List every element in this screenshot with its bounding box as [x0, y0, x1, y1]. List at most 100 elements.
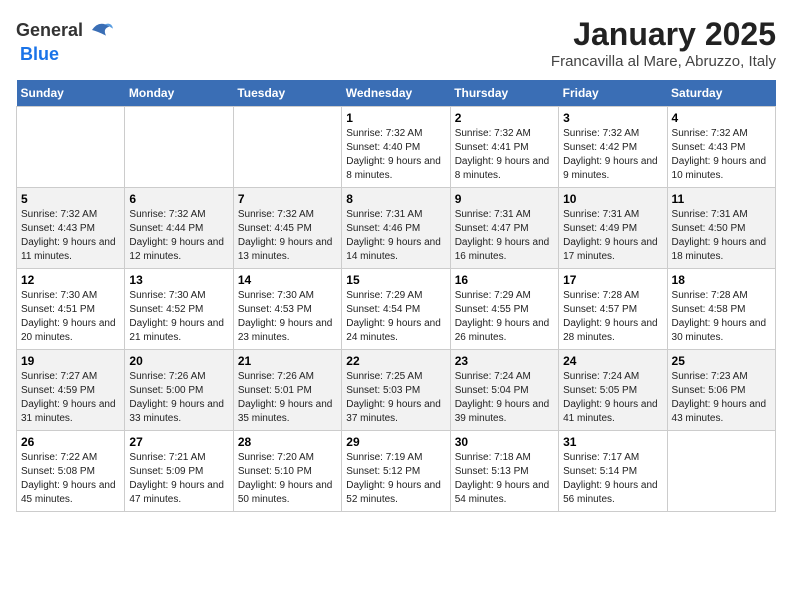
week-row-4: 19 Sunrise: 7:27 AMSunset: 4:59 PMDayligh… — [17, 350, 776, 431]
col-header-sunday: Sunday — [17, 80, 125, 107]
calendar-cell: 13 Sunrise: 7:30 AMSunset: 4:52 PMDayligh… — [125, 269, 233, 350]
logo: General Blue — [16, 16, 113, 65]
calendar-cell: 26Sunrise: 7:22 AMSunset: 5:08 PMDayligh… — [17, 431, 125, 512]
day-number: 11 — [672, 192, 771, 206]
day-number: 16 — [455, 273, 554, 287]
day-info: Sunrise: 7:24 AMSunset: 5:05 PMDaylight:… — [563, 370, 662, 426]
calendar-table: SundayMondayTuesdayWednesdayThursdayFrid… — [16, 80, 776, 512]
day-number: 4 — [672, 111, 771, 125]
day-info: Sunrise: 7:31 AMSunset: 4:47 PMDaylight:… — [455, 208, 554, 264]
day-number: 9 — [455, 192, 554, 206]
calendar-cell: 5 Sunrise: 7:32 AMSunset: 4:43 PMDaylight… — [17, 188, 125, 269]
day-number: 22 — [346, 354, 445, 368]
day-info: Sunrise: 7:20 AMSunset: 5:10 PMDaylight:… — [238, 451, 337, 507]
calendar-cell: 24 Sunrise: 7:24 AMSunset: 5:05 PMDayligh… — [559, 350, 667, 431]
day-number: 6 — [129, 192, 228, 206]
calendar-cell: 4Sunrise: 7:32 AMSunset: 4:43 PMDaylight… — [667, 107, 775, 188]
day-info: Sunrise: 7:23 AMSunset: 5:06 PMDaylight:… — [672, 370, 771, 426]
day-number: 17 — [563, 273, 662, 287]
logo-general: General — [16, 20, 83, 41]
week-row-3: 12 Sunrise: 7:30 AMSunset: 4:51 PMDayligh… — [17, 269, 776, 350]
day-number: 8 — [346, 192, 445, 206]
calendar-cell: 18Sunrise: 7:28 AMSunset: 4:58 PMDayligh… — [667, 269, 775, 350]
day-info: Sunrise: 7:32 AMSunset: 4:45 PMDaylight:… — [238, 208, 337, 264]
day-info: Sunrise: 7:17 AMSunset: 5:14 PMDaylight:… — [563, 451, 662, 507]
day-info: Sunrise: 7:26 AMSunset: 5:00 PMDaylight:… — [129, 370, 228, 426]
day-info: Sunrise: 7:32 AMSunset: 4:43 PMDaylight:… — [21, 208, 120, 264]
day-number: 2 — [455, 111, 554, 125]
col-header-friday: Friday — [559, 80, 667, 107]
day-info: Sunrise: 7:29 AMSunset: 4:55 PMDaylight:… — [455, 289, 554, 345]
day-info: Sunrise: 7:19 AMSunset: 5:12 PMDaylight:… — [346, 451, 445, 507]
day-number: 23 — [455, 354, 554, 368]
calendar-cell — [667, 431, 775, 512]
calendar-cell: 6 Sunrise: 7:32 AMSunset: 4:44 PMDaylight… — [125, 188, 233, 269]
calendar-cell — [125, 107, 233, 188]
calendar-cell: 14 Sunrise: 7:30 AMSunset: 4:53 PMDayligh… — [233, 269, 341, 350]
day-info: Sunrise: 7:21 AMSunset: 5:09 PMDaylight:… — [129, 451, 228, 507]
calendar-cell: 25 Sunrise: 7:23 AMSunset: 5:06 PMDayligh… — [667, 350, 775, 431]
day-info: Sunrise: 7:30 AMSunset: 4:52 PMDaylight:… — [129, 289, 228, 345]
page-header: General Blue January 2025 Francavilla al… — [16, 16, 776, 70]
day-number: 7 — [238, 192, 337, 206]
calendar-cell: 3Sunrise: 7:32 AMSunset: 4:42 PMDaylight… — [559, 107, 667, 188]
col-header-saturday: Saturday — [667, 80, 775, 107]
day-info: Sunrise: 7:32 AMSunset: 4:42 PMDaylight:… — [563, 127, 662, 183]
day-info: Sunrise: 7:26 AMSunset: 5:01 PMDaylight:… — [238, 370, 337, 426]
day-number: 24 — [563, 354, 662, 368]
day-number: 18 — [672, 273, 771, 287]
day-info: Sunrise: 7:32 AMSunset: 4:44 PMDaylight:… — [129, 208, 228, 264]
day-number: 30 — [455, 435, 554, 449]
calendar-cell: 8 Sunrise: 7:31 AMSunset: 4:46 PMDaylight… — [342, 188, 450, 269]
calendar-header-row: SundayMondayTuesdayWednesdayThursdayFrid… — [17, 80, 776, 107]
day-info: Sunrise: 7:22 AMSunset: 5:08 PMDaylight:… — [21, 451, 120, 507]
week-row-2: 5 Sunrise: 7:32 AMSunset: 4:43 PMDaylight… — [17, 188, 776, 269]
day-number: 19 — [21, 354, 120, 368]
col-header-tuesday: Tuesday — [233, 80, 341, 107]
calendar-cell: 21 Sunrise: 7:26 AMSunset: 5:01 PMDayligh… — [233, 350, 341, 431]
calendar-subtitle: Francavilla al Mare, Abruzzo, Italy — [551, 53, 776, 70]
calendar-cell: 15 Sunrise: 7:29 AMSunset: 4:54 PMDayligh… — [342, 269, 450, 350]
day-number: 28 — [238, 435, 337, 449]
week-row-1: 1 Sunrise: 7:32 AMSunset: 4:40 PMDaylight… — [17, 107, 776, 188]
day-number: 21 — [238, 354, 337, 368]
calendar-cell: 28 Sunrise: 7:20 AMSunset: 5:10 PMDayligh… — [233, 431, 341, 512]
day-number: 1 — [346, 111, 445, 125]
day-info: Sunrise: 7:29 AMSunset: 4:54 PMDaylight:… — [346, 289, 445, 345]
day-info: Sunrise: 7:30 AMSunset: 4:53 PMDaylight:… — [238, 289, 337, 345]
calendar-cell: 9 Sunrise: 7:31 AMSunset: 4:47 PMDaylight… — [450, 188, 558, 269]
day-number: 10 — [563, 192, 662, 206]
calendar-title: January 2025 — [551, 16, 776, 53]
day-info: Sunrise: 7:27 AMSunset: 4:59 PMDaylight:… — [21, 370, 120, 426]
day-info: Sunrise: 7:24 AMSunset: 5:04 PMDaylight:… — [455, 370, 554, 426]
day-info: Sunrise: 7:31 AMSunset: 4:49 PMDaylight:… — [563, 208, 662, 264]
day-number: 12 — [21, 273, 120, 287]
week-row-5: 26Sunrise: 7:22 AMSunset: 5:08 PMDayligh… — [17, 431, 776, 512]
day-number: 25 — [672, 354, 771, 368]
calendar-cell: 23 Sunrise: 7:24 AMSunset: 5:04 PMDayligh… — [450, 350, 558, 431]
day-number: 13 — [129, 273, 228, 287]
calendar-cell: 20Sunrise: 7:26 AMSunset: 5:00 PMDayligh… — [125, 350, 233, 431]
day-number: 15 — [346, 273, 445, 287]
col-header-wednesday: Wednesday — [342, 80, 450, 107]
calendar-cell: 29Sunrise: 7:19 AMSunset: 5:12 PMDayligh… — [342, 431, 450, 512]
logo-blue: Blue — [20, 44, 59, 64]
calendar-cell: 16 Sunrise: 7:29 AMSunset: 4:55 PMDayligh… — [450, 269, 558, 350]
day-info: Sunrise: 7:18 AMSunset: 5:13 PMDaylight:… — [455, 451, 554, 507]
calendar-cell — [233, 107, 341, 188]
col-header-monday: Monday — [125, 80, 233, 107]
day-info: Sunrise: 7:28 AMSunset: 4:57 PMDaylight:… — [563, 289, 662, 345]
day-number: 14 — [238, 273, 337, 287]
day-info: Sunrise: 7:32 AMSunset: 4:41 PMDaylight:… — [455, 127, 554, 183]
calendar-cell: 31 Sunrise: 7:17 AMSunset: 5:14 PMDayligh… — [559, 431, 667, 512]
calendar-cell — [17, 107, 125, 188]
day-info: Sunrise: 7:31 AMSunset: 4:46 PMDaylight:… — [346, 208, 445, 264]
day-info: Sunrise: 7:32 AMSunset: 4:40 PMDaylight:… — [346, 127, 445, 183]
day-number: 31 — [563, 435, 662, 449]
day-number: 27 — [129, 435, 228, 449]
calendar-cell: 7 Sunrise: 7:32 AMSunset: 4:45 PMDaylight… — [233, 188, 341, 269]
title-section: January 2025 Francavilla al Mare, Abruzz… — [551, 16, 776, 70]
day-number: 5 — [21, 192, 120, 206]
calendar-cell: 10 Sunrise: 7:31 AMSunset: 4:49 PMDayligh… — [559, 188, 667, 269]
day-info: Sunrise: 7:30 AMSunset: 4:51 PMDaylight:… — [21, 289, 120, 345]
